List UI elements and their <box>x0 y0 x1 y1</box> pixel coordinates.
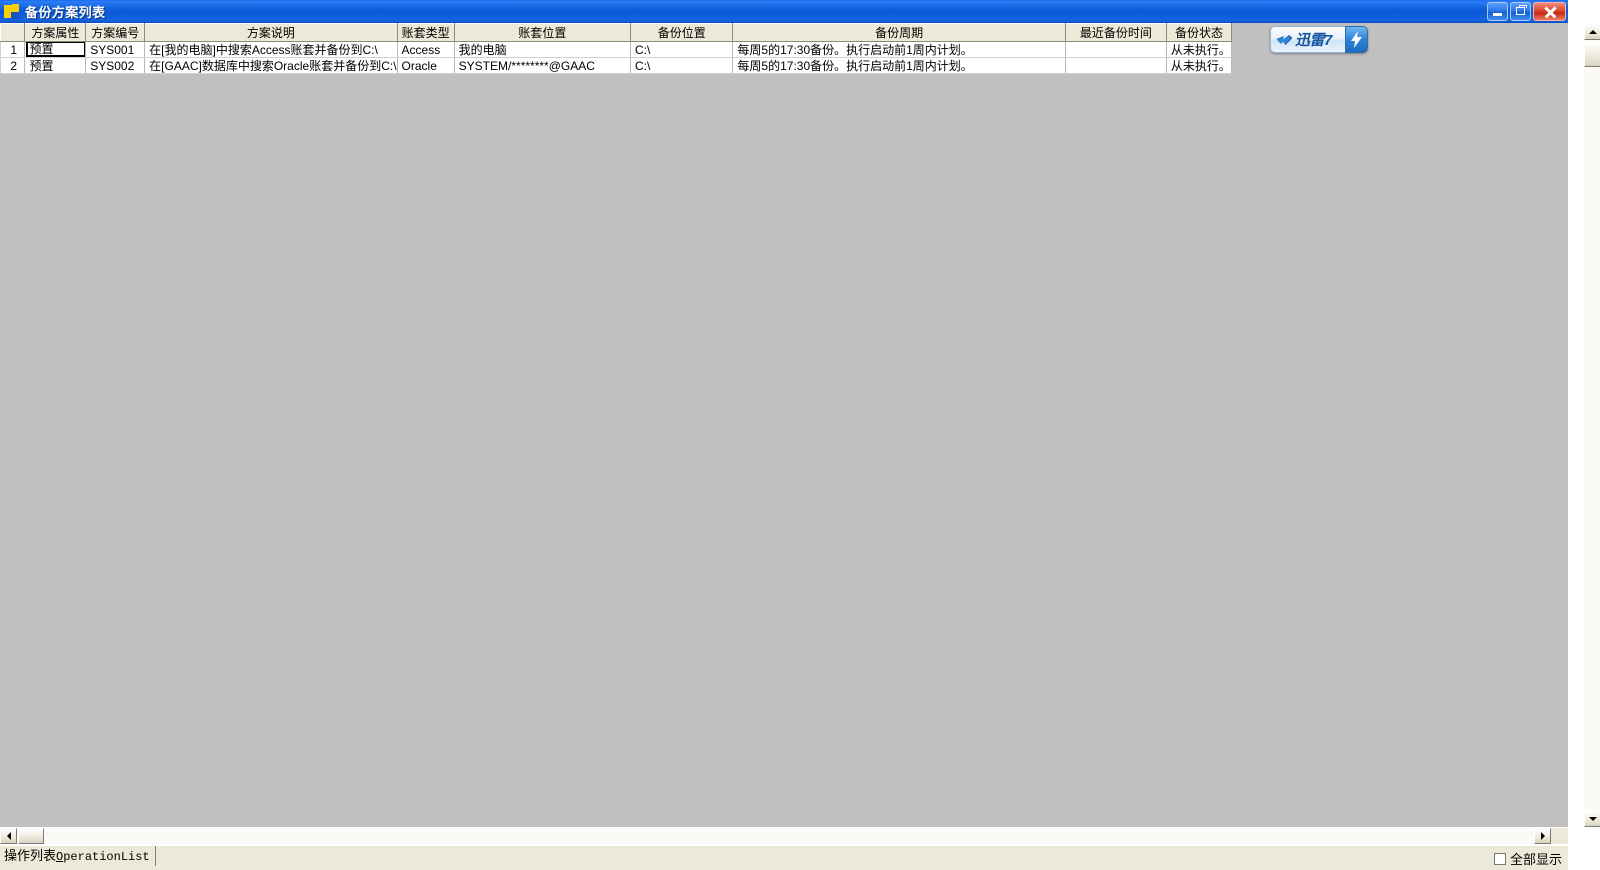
show-all-label: 全部显示 <box>1509 852 1562 867</box>
title-bar[interactable]: 备份方案列表 <box>0 0 1568 23</box>
lightning-bolt-icon[interactable] <box>1345 26 1368 53</box>
show-all-checkbox[interactable] <box>1493 852 1506 865</box>
col-header-bakloc[interactable]: 备份位置 <box>629 23 734 42</box>
scroll-left-button[interactable] <box>0 828 17 844</box>
cell-code-text: SYS002 <box>90 58 135 73</box>
table-row[interactable]: 2 预置 SYS002 在[GAAC]数据库中搜索Oracle账套并备份到C:\… <box>0 57 1233 74</box>
thunder-download-widget[interactable]: 迅雷7 <box>1270 26 1368 53</box>
restore-button[interactable] <box>1510 2 1531 21</box>
restore-icon <box>1516 5 1527 15</box>
cell-desc-text: 在[GAAC]数据库中搜索Oracle账套并备份到C:\ <box>149 58 397 73</box>
status-tab-label-en: perationList <box>63 850 150 864</box>
cell-rownum: 2 <box>0 57 26 74</box>
col-header-status[interactable]: 备份状态 <box>1165 23 1233 42</box>
cell-desc[interactable]: 在[我的电脑]中搜索Access账套并备份到C:\ <box>144 41 398 58</box>
vscroll-track[interactable] <box>1584 40 1600 810</box>
chevron-right-icon <box>1540 832 1545 840</box>
table-row[interactable]: 1 预置 SYS001 在[我的电脑]中搜索Access账套并备份到C:\ Ac… <box>0 41 1233 58</box>
cell-loc[interactable]: SYSTEM/********@GAAC <box>453 57 632 74</box>
cell-cycle[interactable]: 每周5的17:30备份。执行启动前1周内计划。 <box>732 41 1066 58</box>
cell-type-text: Access <box>401 42 441 57</box>
scroll-up-button[interactable] <box>1584 23 1600 40</box>
status-badge: 从未执行。 <box>1170 58 1231 73</box>
thunder-bird-icon <box>1276 34 1293 45</box>
chevron-up-icon <box>1588 29 1597 34</box>
cell-bakloc-text: C:\ <box>635 58 651 73</box>
col-header-loc[interactable]: 账套位置 <box>453 23 632 42</box>
cell-lasttime[interactable] <box>1064 57 1167 74</box>
chevron-down-icon <box>1588 816 1597 821</box>
minimize-button[interactable] <box>1487 2 1508 21</box>
cell-bakloc[interactable]: C:\ <box>629 41 734 58</box>
cell-type[interactable]: Access <box>396 41 455 58</box>
horizontal-scrollbar[interactable] <box>0 827 1568 844</box>
status-tab-operation-list[interactable]: 操作列表OperationList <box>0 846 156 866</box>
cell-rownum: 1 <box>0 41 26 58</box>
col-header-type[interactable]: 账套类型 <box>396 23 455 42</box>
hscroll-thumb[interactable] <box>18 828 44 844</box>
cell-cycle-text: 每周5的17:30备份。执行启动前1周内计划。 <box>737 42 973 57</box>
cell-type-text: Oracle <box>401 58 437 73</box>
cell-loc-text: SYSTEM/********@GAAC <box>458 58 595 73</box>
cell-type[interactable]: Oracle <box>396 57 455 74</box>
col-header-rownum[interactable] <box>0 23 26 42</box>
cell-code[interactable]: SYS001 <box>85 41 146 58</box>
col-header-cycle[interactable]: 备份周期 <box>732 23 1066 42</box>
window-controls <box>1487 2 1566 21</box>
cell-desc[interactable]: 在[GAAC]数据库中搜索Oracle账套并备份到C:\ <box>144 57 398 74</box>
cell-status[interactable]: 从未执行。 <box>1165 57 1233 74</box>
cell-code-text: SYS001 <box>90 42 135 57</box>
scroll-right-button[interactable] <box>1534 828 1551 844</box>
col-header-lasttime[interactable]: 最近备份时间 <box>1064 23 1167 42</box>
show-all-control[interactable]: 全部显示 <box>1493 849 1562 868</box>
application-window: 备份方案列表 方案属性 方案编号 方案说明 账套类型 账套位置 备份位置 备份周… <box>0 0 1600 870</box>
window-title: 备份方案列表 <box>25 5 106 20</box>
cell-attr[interactable]: 预置 <box>24 57 87 74</box>
cell-lasttime[interactable] <box>1064 41 1167 58</box>
cell-code[interactable]: SYS002 <box>85 57 146 74</box>
app-icon <box>4 4 20 19</box>
cell-loc[interactable]: 我的电脑 <box>453 41 632 58</box>
chevron-left-icon <box>6 832 11 840</box>
cell-cycle-text: 每周5的17:30备份。执行启动前1周内计划。 <box>737 58 973 73</box>
close-button[interactable] <box>1533 2 1566 21</box>
thunder-label: 迅雷7 <box>1295 32 1332 49</box>
close-icon <box>1542 5 1557 19</box>
col-header-attr[interactable]: 方案属性 <box>24 23 87 42</box>
cell-bakloc-text: C:\ <box>635 42 651 57</box>
cell-attr[interactable]: 预置 <box>24 41 87 58</box>
status-bar: 操作列表OperationList 全部显示 <box>0 845 1568 870</box>
cell-cycle[interactable]: 每周5的17:30备份。执行启动前1周内计划。 <box>732 57 1066 74</box>
minimize-icon <box>1493 13 1502 16</box>
cell-desc-text: 在[我的电脑]中搜索Access账套并备份到C:\ <box>149 42 378 57</box>
grid-header-row: 方案属性 方案编号 方案说明 账套类型 账套位置 备份位置 备份周期 最近备份时… <box>0 23 1233 42</box>
cell-loc-text: 我的电脑 <box>458 42 507 57</box>
vertical-scrollbar[interactable] <box>1583 23 1600 827</box>
status-badge: 从未执行。 <box>1170 42 1231 57</box>
cell-attr-text: 预置 <box>29 58 54 73</box>
backup-plan-grid[interactable]: 方案属性 方案编号 方案说明 账套类型 账套位置 备份位置 备份周期 最近备份时… <box>0 23 1233 74</box>
cell-bakloc[interactable]: C:\ <box>629 57 734 74</box>
col-header-desc[interactable]: 方案说明 <box>144 23 398 42</box>
thunder-widget-body[interactable]: 迅雷7 <box>1270 26 1345 53</box>
vscroll-thumb[interactable] <box>1584 41 1600 67</box>
scrollbar-corner <box>1551 828 1568 844</box>
cell-attr-text: 预置 <box>26 42 85 57</box>
cell-status[interactable]: 从未执行。 <box>1165 41 1233 58</box>
scroll-down-button[interactable] <box>1584 810 1600 827</box>
grid-table: 方案属性 方案编号 方案说明 账套类型 账套位置 备份位置 备份周期 最近备份时… <box>0 23 1233 74</box>
col-header-code[interactable]: 方案编号 <box>85 23 146 42</box>
client-area: 方案属性 方案编号 方案说明 账套类型 账套位置 备份位置 备份周期 最近备份时… <box>0 23 1568 827</box>
status-tab-label-cn: 操作列表 <box>4 848 57 863</box>
